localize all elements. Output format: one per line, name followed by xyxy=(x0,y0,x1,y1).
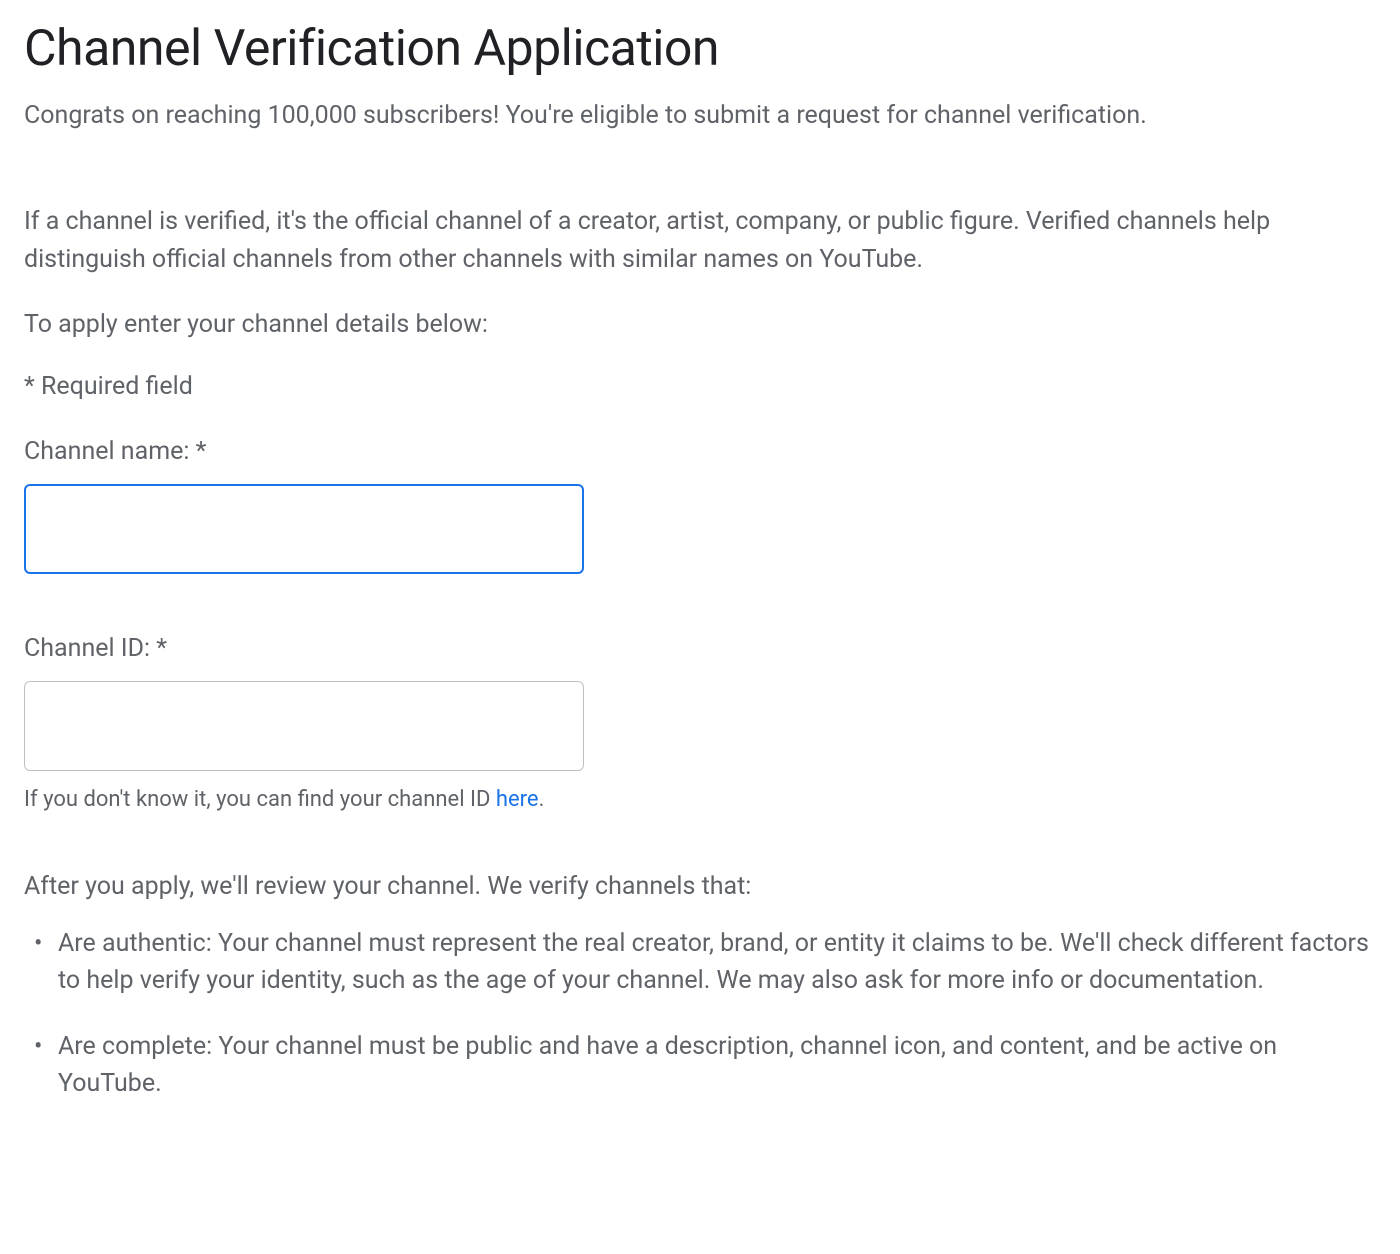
description-text: If a channel is verified, it's the offic… xyxy=(24,203,1376,278)
required-field-note: * Required field xyxy=(24,372,1376,401)
channel-id-label: Channel ID: * xyxy=(24,634,1376,663)
intro-text: Congrats on reaching 100,000 subscribers… xyxy=(24,98,1376,133)
channel-id-field-group: Channel ID: * If you don't know it, you … xyxy=(24,634,1376,812)
channel-id-help-link[interactable]: here xyxy=(496,787,539,812)
channel-name-input[interactable] xyxy=(24,484,584,574)
page-title: Channel Verification Application xyxy=(24,20,1376,78)
list-item: Are authentic: Your channel must represe… xyxy=(28,925,1376,1000)
channel-id-input[interactable] xyxy=(24,681,584,771)
list-item: Are complete: Your channel must be publi… xyxy=(28,1028,1376,1103)
review-criteria-list: Are authentic: Your channel must represe… xyxy=(24,925,1376,1103)
channel-name-field-group: Channel name: * xyxy=(24,437,1376,574)
helper-prefix: If you don't know it, you can find your … xyxy=(24,787,496,812)
review-heading: After you apply, we'll review your chann… xyxy=(24,872,1376,901)
helper-suffix: . xyxy=(539,787,545,812)
apply-prompt: To apply enter your channel details belo… xyxy=(24,306,1376,344)
channel-id-helper: If you don't know it, you can find your … xyxy=(24,787,1376,812)
channel-name-label: Channel name: * xyxy=(24,437,1376,466)
